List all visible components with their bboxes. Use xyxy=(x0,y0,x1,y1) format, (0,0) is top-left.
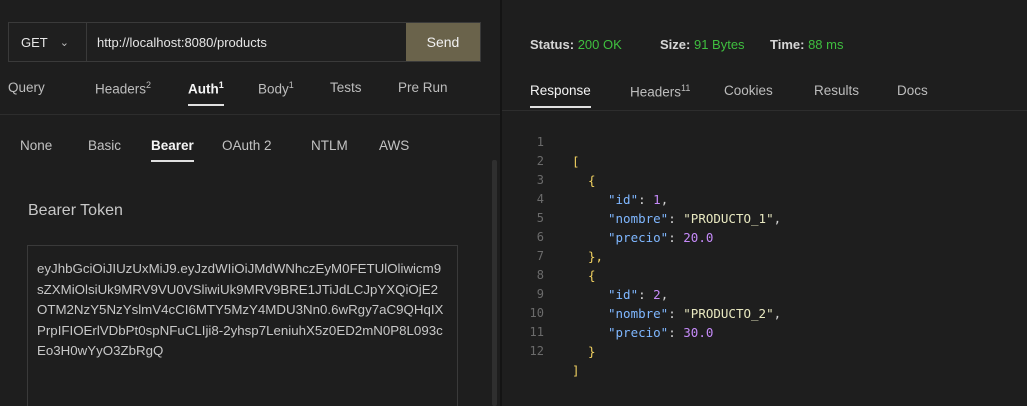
code-line: 9 "nombre": "PRODUCTO_2", xyxy=(502,266,781,321)
code-text: [ xyxy=(572,154,580,169)
json-number: 2 xyxy=(653,287,661,302)
tab-headers[interactable]: Headers2 xyxy=(95,80,151,97)
time-indicator: Time: 88 ms xyxy=(770,37,843,52)
tab-label: Body xyxy=(258,81,289,97)
request-tabs: Query Headers2 Auth1 Body1 Tests Pre Run xyxy=(0,80,500,106)
code-line: 4 "nombre": "PRODUCTO_1", xyxy=(502,171,781,226)
json-key: "id" xyxy=(608,287,639,302)
tab-auth[interactable]: Auth1 xyxy=(188,80,224,105)
code-line: 1 [ xyxy=(502,114,580,169)
size-indicator: Size: 91 Bytes xyxy=(660,37,745,52)
bearer-token-label: Bearer Token xyxy=(28,202,123,219)
tab-docs[interactable]: Docs xyxy=(897,83,928,98)
json-number: 20.0 xyxy=(683,230,714,245)
line-number: 12 xyxy=(529,344,544,358)
json-string: "PRODUCTO_1" xyxy=(683,211,774,226)
url-bar: GET ⌄ http://localhost:8080/products Sen… xyxy=(8,22,481,62)
tab-label: Pre Run xyxy=(398,80,448,95)
tab-label: Headers xyxy=(95,81,147,97)
url-input[interactable]: http://localhost:8080/products xyxy=(87,35,406,50)
status-label: Status: xyxy=(530,37,575,52)
send-button[interactable]: Send xyxy=(406,23,480,61)
tab-response[interactable]: Response xyxy=(530,83,591,108)
tab-count: 1 xyxy=(218,80,224,90)
json-key: "nombre" xyxy=(608,306,669,321)
json-number: 30.0 xyxy=(683,325,714,340)
auth-tab-bearer[interactable]: Bearer xyxy=(151,138,194,162)
tab-body[interactable]: Body1 xyxy=(258,80,294,97)
divider xyxy=(0,114,500,115)
divider xyxy=(502,110,1027,111)
tab-results[interactable]: Results xyxy=(814,83,859,98)
tab-cookies[interactable]: Cookies xyxy=(724,83,773,98)
method-label: GET xyxy=(21,34,48,50)
chevron-down-icon: ⌄ xyxy=(59,36,69,49)
method-select[interactable]: GET ⌄ xyxy=(9,23,87,61)
json-key: "id" xyxy=(608,192,639,207)
json-string: "PRODUCTO_2" xyxy=(683,306,774,321)
tab-label: Auth xyxy=(188,81,219,97)
code-text: }, xyxy=(588,249,604,264)
code-line: 12 ] xyxy=(502,323,580,378)
tab-label: Tests xyxy=(330,80,362,95)
auth-tab-oauth2[interactable]: OAuth 2 xyxy=(222,138,272,153)
tab-count: 2 xyxy=(146,80,152,90)
code-text: } xyxy=(588,344,596,359)
code-line: 5 "precio": 20.0 xyxy=(502,190,714,245)
size-label: Size: xyxy=(660,37,691,52)
code-line: 6 }, xyxy=(502,209,603,264)
auth-tab-basic[interactable]: Basic xyxy=(88,138,121,153)
request-panel: GET ⌄ http://localhost:8080/products Sen… xyxy=(0,0,500,406)
tab-response-headers[interactable]: Headers11 xyxy=(630,83,690,100)
code-line: 11 } xyxy=(502,304,596,359)
size-value: 91 Bytes xyxy=(693,37,745,52)
code-text: { xyxy=(588,173,596,188)
tab-label: Headers xyxy=(630,84,682,100)
code-text: { xyxy=(588,268,596,283)
code-line: 10 "precio": 30.0 xyxy=(502,285,714,340)
tab-count: 11 xyxy=(681,83,691,93)
code-line: 2 { xyxy=(502,133,596,188)
json-key: "precio" xyxy=(608,325,669,340)
code-line: 8 "id": 2, xyxy=(502,247,668,302)
json-key: "precio" xyxy=(608,230,669,245)
time-label: Time: xyxy=(770,37,805,52)
auth-tab-aws[interactable]: AWS xyxy=(379,138,409,153)
status-value: 200 OK xyxy=(577,37,622,52)
code-line: 3 "id": 1, xyxy=(502,152,668,207)
status-indicator: Status: 200 OK xyxy=(530,37,622,52)
tab-pre-run[interactable]: Pre Run xyxy=(398,80,448,95)
json-key: "nombre" xyxy=(608,211,669,226)
auth-tab-ntlm[interactable]: NTLM xyxy=(311,138,348,153)
tab-tests[interactable]: Tests xyxy=(330,80,362,95)
json-number: 1 xyxy=(653,192,661,207)
tab-count: 1 xyxy=(288,80,294,90)
response-panel: Status: 200 OK Size: 91 Bytes Time: 88 m… xyxy=(502,0,1027,406)
code-line: 7 { xyxy=(502,228,596,283)
tab-query[interactable]: Query xyxy=(8,80,45,95)
scrollbar[interactable] xyxy=(492,160,497,406)
time-value: 88 ms xyxy=(808,37,844,52)
tab-label: Query xyxy=(8,80,45,95)
auth-tab-none[interactable]: None xyxy=(20,138,52,153)
code-text: ] xyxy=(572,363,580,378)
bearer-token-input[interactable]: eyJhbGciOiJIUzUxMiJ9.eyJzdWIiOiJMdWNhczE… xyxy=(27,245,458,406)
